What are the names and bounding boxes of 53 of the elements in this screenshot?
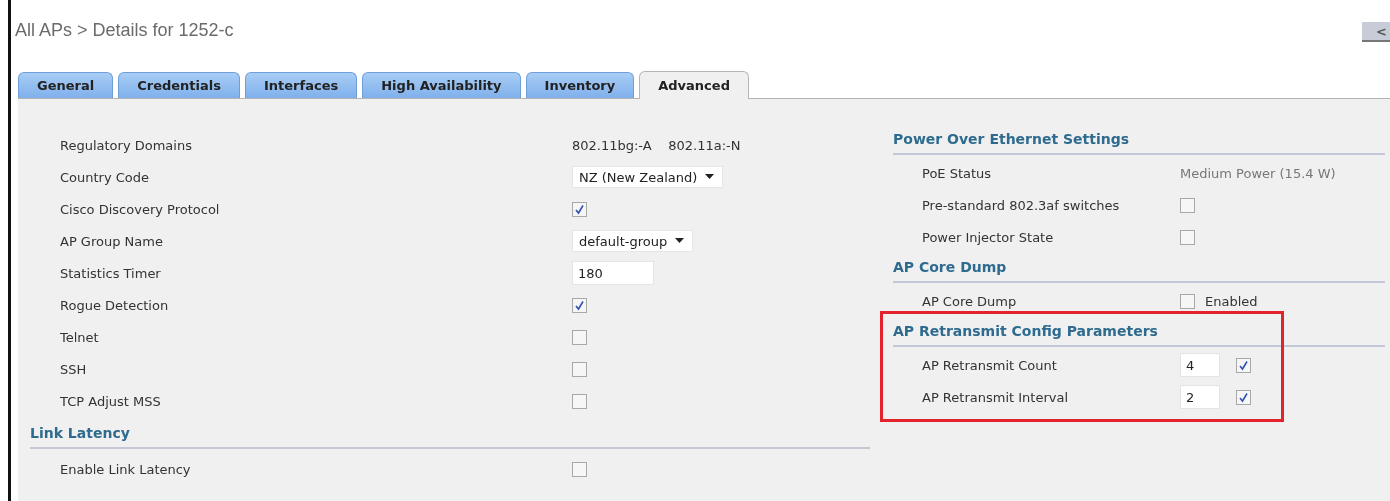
option-label: Enabled — [1205, 293, 1258, 309]
back-button[interactable]: < — [1362, 22, 1390, 42]
field-label: SSH — [60, 361, 88, 377]
check-icon — [574, 203, 585, 215]
check-icon — [1238, 391, 1249, 403]
checkbox[interactable] — [1236, 357, 1251, 373]
field-label: AP Retransmit Count — [922, 357, 1058, 373]
field-label: Country Code — [60, 169, 151, 185]
field-label: Pre-standard 802.3af switches — [922, 197, 1121, 213]
checkbox[interactable] — [572, 393, 587, 409]
section-heading: Power Over Ethernet Settings — [893, 131, 1385, 155]
field-label: AP Group Name — [60, 233, 164, 249]
field-label: AP Core Dump — [922, 293, 1018, 309]
input-field[interactable]: 2 — [1180, 385, 1220, 409]
tab[interactable]: General — [18, 72, 114, 98]
tab[interactable]: Interfaces — [245, 72, 358, 98]
check-icon — [1238, 359, 1249, 371]
checkbox[interactable] — [1236, 389, 1251, 405]
section-heading: AP Core Dump — [893, 259, 1385, 283]
input-field[interactable]: 4 — [1180, 353, 1220, 377]
field-label: Cisco Discovery Protocol — [60, 201, 221, 217]
tab[interactable]: Inventory — [525, 72, 635, 98]
checkbox[interactable] — [572, 461, 587, 477]
dropdown[interactable]: default-group — [572, 230, 694, 252]
tab[interactable]: Credentials — [118, 72, 240, 98]
field-label: TCP Adjust MSS — [60, 393, 162, 409]
section-heading: Link Latency — [30, 425, 870, 449]
checkbox[interactable] — [1180, 229, 1195, 245]
checkbox[interactable] — [572, 361, 587, 377]
field-label: Power Injector State — [922, 229, 1055, 245]
caret-icon — [675, 238, 685, 244]
section-heading: AP Retransmit Config Parameters — [893, 323, 1385, 347]
field-label: Regulatory Domains — [60, 137, 193, 153]
checkbox[interactable] — [572, 329, 587, 345]
caret-icon — [705, 174, 715, 180]
input-field[interactable]: 180 — [572, 261, 654, 285]
dropdown[interactable]: NZ (New Zealand) — [572, 166, 724, 188]
field-label: PoE Status — [922, 165, 993, 181]
field-label: Enable Link Latency — [60, 461, 192, 477]
checkbox[interactable] — [572, 297, 587, 313]
breadcrumb: All APs > Details for 1252-c — [14, 19, 234, 41]
checkbox[interactable] — [1180, 293, 1195, 309]
field-value: Medium Power (15.4 W) — [1180, 165, 1337, 181]
field-label: Rogue Detection — [60, 297, 170, 313]
field-value: 802.11bg:-A 802.11a:-N — [572, 137, 742, 153]
field-label: Statistics Timer — [60, 265, 162, 281]
field-label: Telnet — [60, 329, 100, 345]
checkbox[interactable] — [572, 201, 587, 217]
check-icon — [574, 299, 585, 311]
tab[interactable]: High Availability — [362, 72, 521, 98]
tab[interactable]: Advanced — [639, 71, 749, 99]
field-label: AP Retransmit Interval — [922, 389, 1070, 405]
checkbox[interactable] — [1180, 197, 1195, 213]
